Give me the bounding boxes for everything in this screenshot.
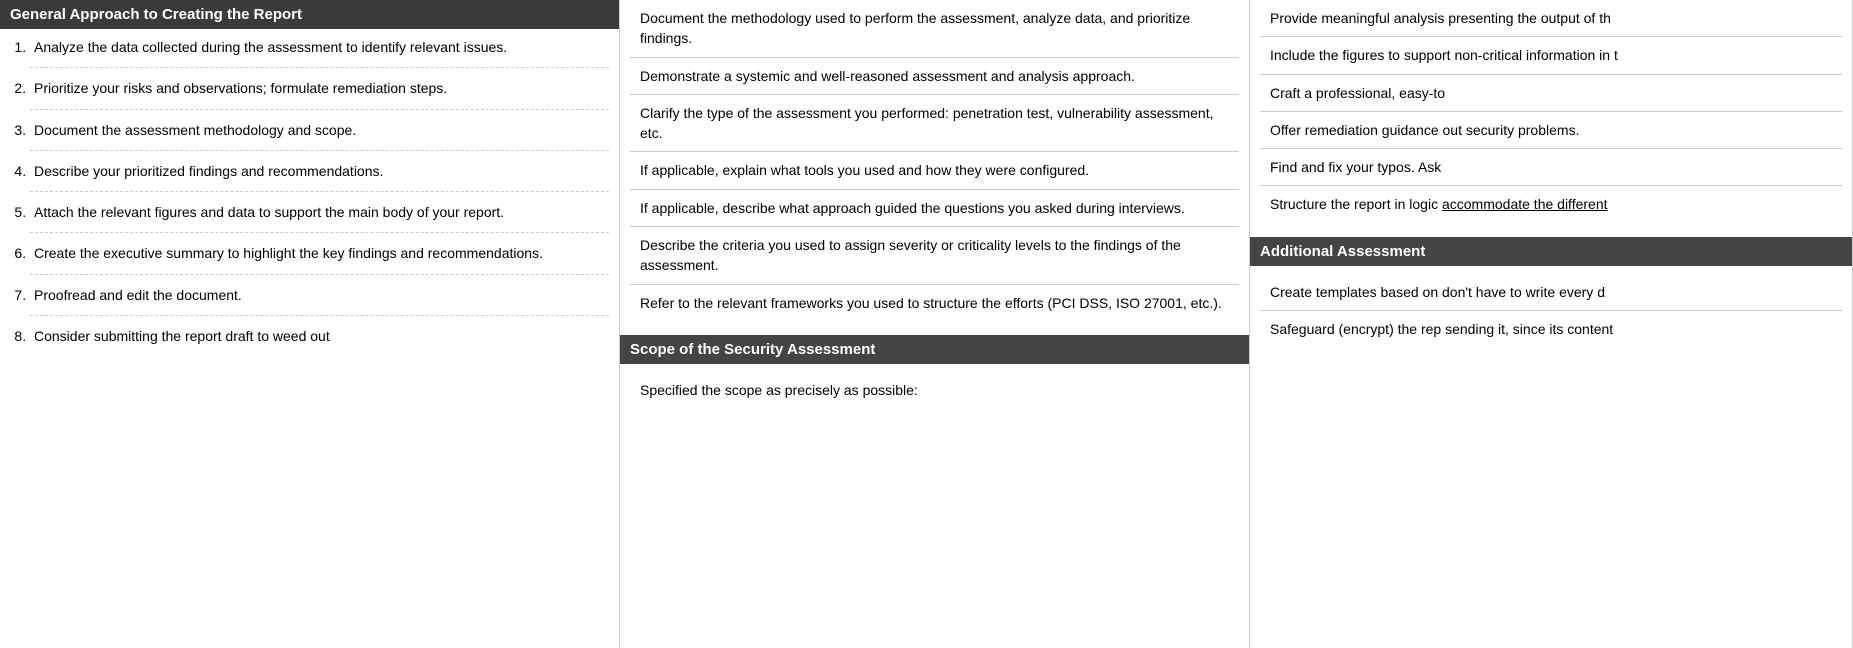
column2-section2-text: Specified the scope as precisely as poss… xyxy=(630,372,1239,408)
column2-block-3: If applicable, explain what tools you us… xyxy=(630,152,1239,189)
list-item: Consider submitting the report draft to … xyxy=(30,326,609,356)
list-item: Prioritize your risks and observations; … xyxy=(30,78,609,109)
list-item: Attach the relevant figures and data to … xyxy=(30,202,609,233)
column3-block-3: Offer remediation guidance out security … xyxy=(1260,112,1842,149)
column3-s2-block-1: Safeguard (encrypt) the rep sending it, … xyxy=(1260,311,1842,347)
underline-text: accommodate the different xyxy=(1442,196,1608,212)
column3-section2-content: Create templates based on don't have to … xyxy=(1250,274,1852,358)
column-2: Document the methodology used to perform… xyxy=(620,0,1250,648)
column3-block-2: Craft a professional, easy-to xyxy=(1260,75,1842,112)
list-item: Proofread and edit the document. xyxy=(30,285,609,316)
column3-content: Provide meaningful analysis presenting t… xyxy=(1250,0,1852,233)
column3-block-4: Find and fix your typos. Ask xyxy=(1260,149,1842,186)
list-item: Describe your prioritized findings and r… xyxy=(30,161,609,192)
column2-section2-header: Scope of the Security Assessment xyxy=(620,335,1249,364)
list-item: Create the executive summary to highligh… xyxy=(30,243,609,274)
column2-block-6: Refer to the relevant frameworks you use… xyxy=(630,285,1239,321)
column3-s2-block-0: Create templates based on don't have to … xyxy=(1260,274,1842,311)
column3-block-5: Structure the report in logic accommodat… xyxy=(1260,186,1842,222)
column3-block-0: Provide meaningful analysis presenting t… xyxy=(1260,0,1842,37)
column2-block-0: Document the methodology used to perform… xyxy=(630,0,1239,58)
column2-block-1: Demonstrate a systemic and well-reasoned… xyxy=(630,58,1239,95)
column3-section2-header: Additional Assessment xyxy=(1250,237,1852,266)
list-item: Analyze the data collected during the as… xyxy=(30,37,609,68)
column2-content: Document the methodology used to perform… xyxy=(620,0,1249,331)
column-3: Provide meaningful analysis presenting t… xyxy=(1250,0,1853,648)
column2-block-4: If applicable, describe what approach gu… xyxy=(630,190,1239,227)
column-1: General Approach to Creating the Report … xyxy=(0,0,620,648)
column2-block-2: Clarify the type of the assessment you p… xyxy=(630,95,1239,153)
column2-block-5: Describe the criteria you used to assign… xyxy=(630,227,1239,285)
column1-header: General Approach to Creating the Report xyxy=(0,0,619,29)
list-item: Document the assessment methodology and … xyxy=(30,120,609,151)
column1-list: Analyze the data collected during the as… xyxy=(20,37,609,356)
column3-block-1: Include the figures to support non-criti… xyxy=(1260,37,1842,74)
